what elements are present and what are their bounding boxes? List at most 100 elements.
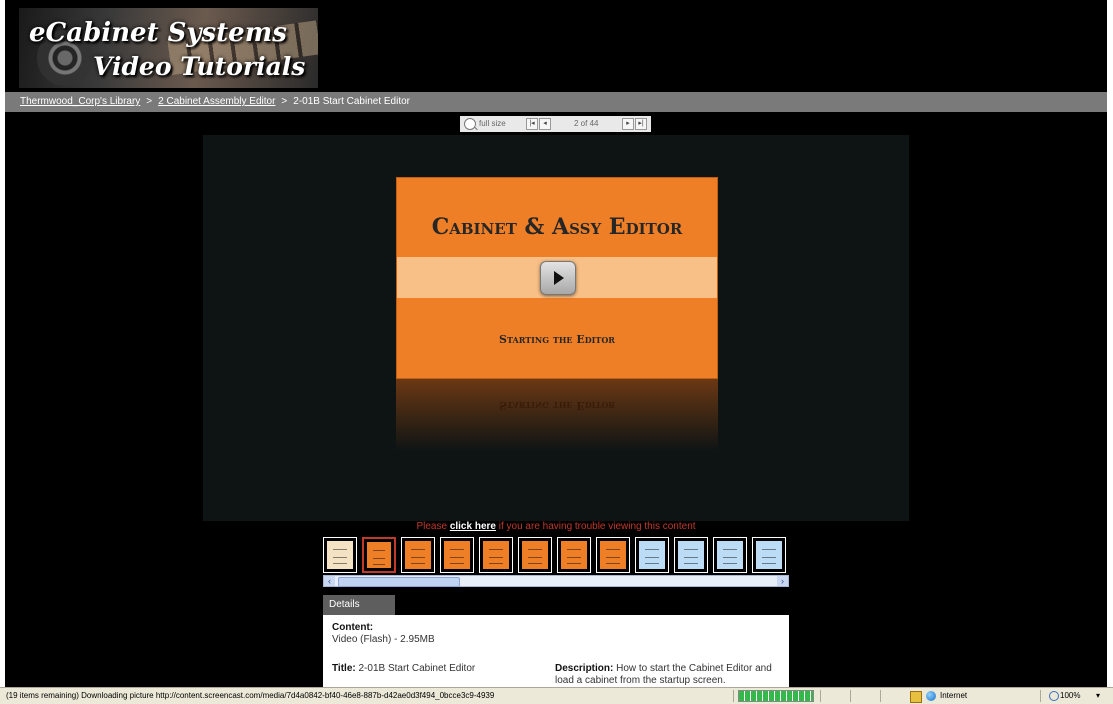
thumbnail-image [600,541,626,569]
title-value: 2-01B Start Cabinet Editor [355,663,476,674]
logo-subtitle: Video Tutorials [93,52,306,81]
status-divider [733,690,734,702]
thumbnail-text-line [333,549,347,550]
thumbnail-1[interactable] [323,537,357,573]
magnifier-icon[interactable] [464,118,476,130]
thumbnail-text-line [762,557,776,558]
thumbnail-6[interactable] [518,537,552,573]
thumbnail-text-line [411,563,425,564]
thumbnail-text-line [528,549,542,550]
trouble-notice: Please click here if you are having trou… [203,521,909,532]
thumbnail-image [717,541,743,569]
thumbnail-text-line [333,563,347,564]
thumbnail-text-line [684,563,698,564]
thumbnail-text-line [606,557,620,558]
status-divider [850,690,851,702]
thumbnail-text-line [489,557,503,558]
slide-reflection: Starting the Editor [396,379,718,451]
previous-page-icon[interactable]: ◂ [539,118,551,130]
title-row: Title: 2-01B Start Cabinet Editor [332,663,475,674]
browser-status-bar: (19 items remaining) Downloading picture… [0,687,1113,704]
thumbnail-text-line [645,563,659,564]
slide-subtitle: Starting the Editor [499,333,615,346]
thumbnail-text-line [606,563,620,564]
thumbnail-image [444,541,470,569]
first-page-icon[interactable]: |◂ [526,118,538,130]
breadcrumb-current: 2-01B Start Cabinet Editor [293,96,410,107]
content-label: Content: [332,622,374,633]
zoom-dropdown-icon[interactable]: ▾ [1096,688,1100,704]
internet-zone-icon [926,691,936,701]
breadcrumb-separator: > [146,96,153,107]
play-icon[interactable] [540,261,576,295]
thumbnail-3[interactable] [401,537,435,573]
site-logo[interactable]: eCabinet Systems Video Tutorials [19,8,318,88]
thumbnail-11[interactable] [713,537,747,573]
thumbnail-12[interactable] [752,537,786,573]
thumbnail-text-line [567,563,581,564]
thumbnail-text-line [528,563,542,564]
thumbnail-image [678,541,704,569]
thumbnail-2[interactable] [362,537,396,573]
thumbnail-5[interactable] [479,537,513,573]
thumbnail-text-line [606,549,620,550]
title-label: Title: [332,663,356,674]
status-message: (19 items remaining) Downloading picture… [6,691,495,700]
trouble-suffix: if you are having trouble viewing this c… [495,521,696,532]
click-here-link[interactable]: click here [450,521,496,532]
thumbnail-text-line [723,563,737,564]
video-player[interactable]: Cabinet & Assy Editor Starting the Edito… [203,135,909,521]
content-value: Video (Flash) - 2.95MB [332,634,435,645]
thumbnail-text-line [567,549,581,550]
thumbnail-text-line [762,549,776,550]
thumbnail-text-line [450,557,464,558]
thumbnail-image [327,541,353,569]
next-page-icon[interactable]: ▸ [622,118,634,130]
status-divider [820,690,821,702]
thumbnail-10[interactable] [674,537,708,573]
thumbnail-8[interactable] [596,537,630,573]
zoom-level[interactable]: 100% [1060,688,1080,704]
video-title-slide[interactable]: Cabinet & Assy Editor Starting the Edito… [396,177,718,379]
page-indicator: 2 of 44 [574,119,599,128]
thumbnail-text-line [567,557,581,558]
thumbnail-text-line [373,550,385,551]
thumbnail-9[interactable] [635,537,669,573]
thumbnail-text-line [723,549,737,550]
thumbnail-7[interactable] [557,537,591,573]
description-row: Description: How to start the Cabinet Ed… [555,663,783,687]
thumbnail-text-line [411,557,425,558]
thumbnail-text-line [684,557,698,558]
scroll-left-icon[interactable]: ‹ [324,576,335,586]
thumbnail-image [639,541,665,569]
thumbnail-text-line [411,549,425,550]
thumbnail-text-line [373,558,385,559]
thumbnail-image [367,542,391,568]
thumbnail-text-line [645,557,659,558]
thumbnail-image [756,541,782,569]
breadcrumb-separator: > [281,96,288,107]
breadcrumb-link-editor[interactable]: 2 Cabinet Assembly Editor [158,96,275,107]
tab-details[interactable]: Details [323,595,395,615]
scroll-right-icon[interactable]: › [777,576,788,586]
thumbnail-scrollbar[interactable]: ‹ › [323,575,789,587]
thumbnail-image [483,541,509,569]
thumbnail-strip [323,537,789,575]
last-page-icon[interactable]: ▸| [635,118,647,130]
download-progress-bar [738,690,814,702]
status-divider [1040,690,1041,702]
thumbnail-4[interactable] [440,537,474,573]
reflection-text: Starting the Editor [499,399,615,412]
full-size-button[interactable]: full size [479,116,506,132]
logo-title: eCabinet Systems [29,18,287,48]
progress-fill [739,691,813,701]
thumbnail-text-line [723,557,737,558]
security-zone-label: Internet [940,691,968,700]
thumbnail-image [561,541,587,569]
zoom-icon[interactable] [1049,691,1059,701]
scrollbar-thumb[interactable] [338,577,460,587]
slide-title: Cabinet & Assy Editor [431,214,683,240]
thumbnail-text-line [684,549,698,550]
breadcrumb-link-library[interactable]: Thermwood_Corp's Library [20,96,140,107]
security-lock-icon[interactable] [910,691,922,703]
